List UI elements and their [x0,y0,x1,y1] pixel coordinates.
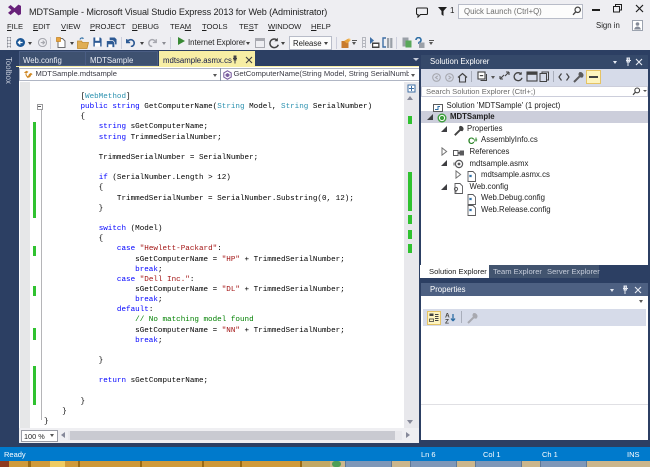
svg-text:Z: Z [445,319,449,325]
svg-text:#: # [474,138,478,144]
